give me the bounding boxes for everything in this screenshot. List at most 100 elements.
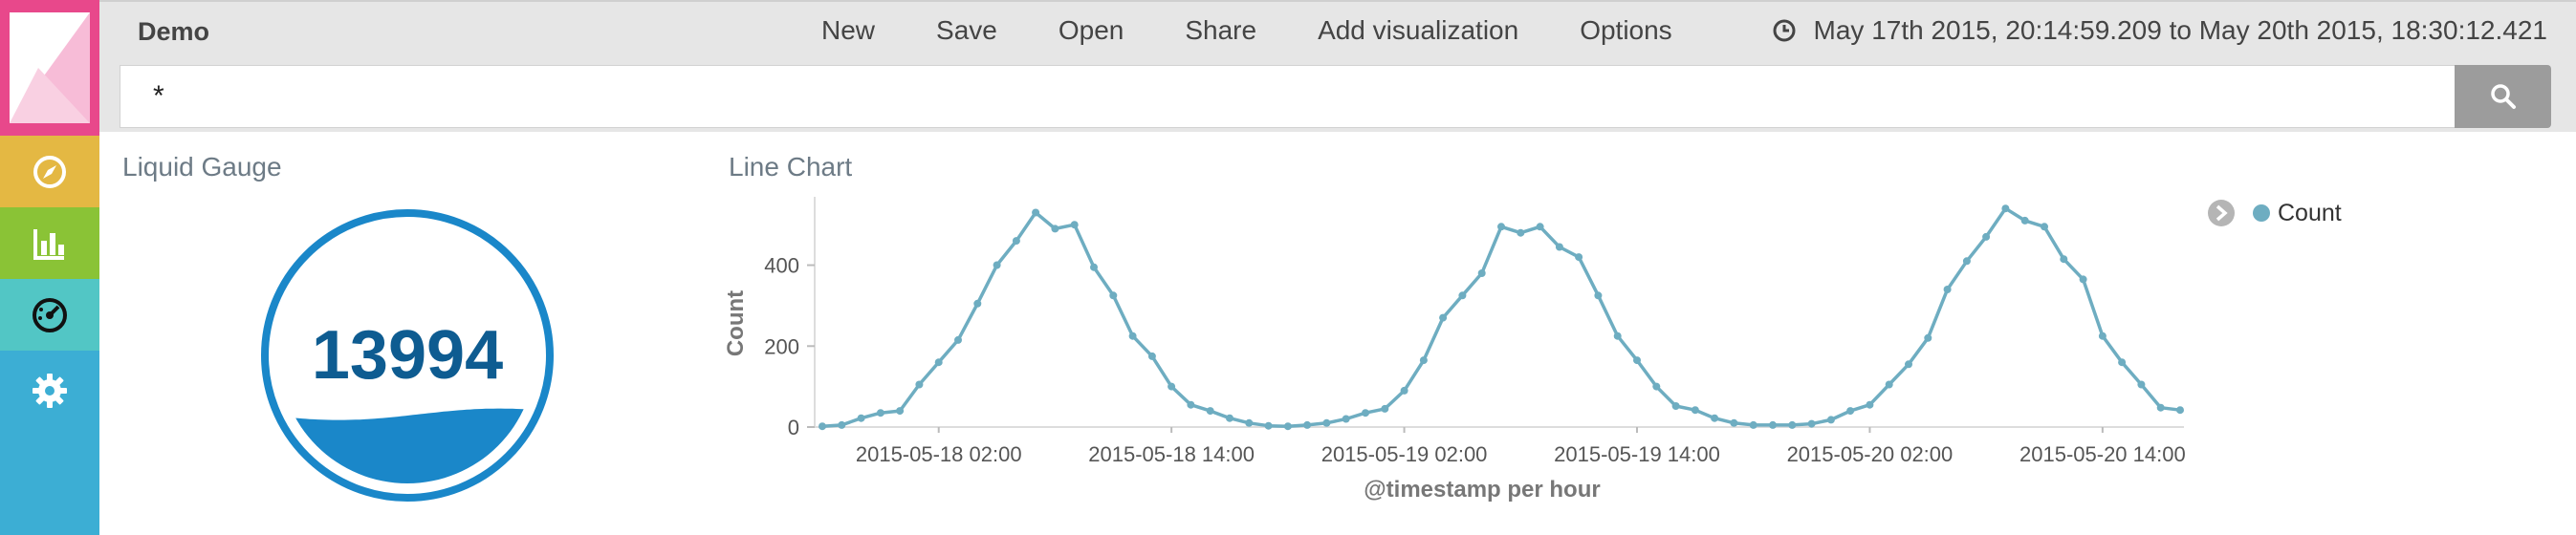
data-point[interactable] (1206, 407, 1214, 416)
data-point[interactable] (1381, 404, 1389, 413)
data-point[interactable] (1032, 208, 1040, 217)
data-point[interactable] (1575, 253, 1583, 262)
data-point[interactable] (1419, 356, 1428, 365)
add-visualization-button[interactable]: Add visualization (1318, 15, 1518, 52)
data-point[interactable] (1303, 420, 1312, 429)
data-point[interactable] (2176, 406, 2184, 415)
data-point[interactable] (915, 380, 924, 389)
data-point[interactable] (1652, 382, 1661, 391)
gauge-liquid-fill (279, 408, 535, 483)
dashboard-title: Demo (138, 17, 210, 46)
data-point[interactable] (1788, 420, 1797, 429)
data-point[interactable] (1322, 418, 1331, 427)
data-point[interactable] (1090, 263, 1098, 271)
data-point[interactable] (2137, 380, 2146, 389)
data-point[interactable] (857, 414, 865, 422)
top-menu: New Save Open Share Add visualization Op… (821, 15, 1734, 52)
data-point[interactable] (1885, 380, 1893, 389)
chart-legend: Count (2207, 199, 2342, 227)
data-point[interactable] (1128, 332, 1137, 340)
data-point[interactable] (1342, 415, 1350, 423)
data-point[interactable] (1807, 419, 1816, 428)
nav-visualize[interactable] (0, 207, 99, 279)
data-point[interactable] (1264, 421, 1273, 430)
data-point[interactable] (1924, 333, 1932, 342)
data-point[interactable] (1613, 332, 1622, 340)
data-point[interactable] (1051, 225, 1059, 233)
data-point[interactable] (1962, 257, 1971, 266)
data-point[interactable] (1168, 382, 1176, 391)
data-point[interactable] (993, 261, 1001, 269)
share-button[interactable]: Share (1185, 15, 1256, 52)
data-point[interactable] (1400, 386, 1408, 395)
data-point[interactable] (819, 422, 826, 431)
data-point[interactable] (1826, 416, 1835, 424)
data-point[interactable] (2020, 216, 2029, 225)
data-point[interactable] (1633, 356, 1641, 365)
search-button[interactable] (2455, 65, 2551, 128)
data-point[interactable] (1187, 400, 1195, 409)
data-point[interactable] (1691, 406, 1699, 415)
data-point[interactable] (1226, 414, 1233, 422)
data-point[interactable] (1458, 291, 1467, 300)
data-point[interactable] (2060, 255, 2068, 264)
data-point[interactable] (876, 409, 884, 417)
legend-series-label[interactable]: Count (2278, 200, 2342, 227)
kibana-logo[interactable] (0, 0, 99, 136)
bar-chart-icon (33, 228, 64, 260)
data-point[interactable] (2041, 223, 2048, 231)
data-point[interactable] (1517, 228, 1525, 237)
search-icon (2490, 84, 2516, 109)
data-point[interactable] (1846, 407, 1855, 416)
data-point[interactable] (1147, 352, 1156, 360)
data-point[interactable] (1012, 237, 1020, 246)
open-button[interactable]: Open (1059, 15, 1124, 52)
x-tick-label: 2015-05-20 02:00 (1787, 442, 1954, 466)
data-point[interactable] (1730, 418, 1738, 427)
data-point[interactable] (934, 358, 943, 367)
data-point[interactable] (838, 420, 846, 429)
data-point[interactable] (1749, 420, 1757, 429)
new-button[interactable]: New (821, 15, 875, 52)
search-input[interactable] (120, 65, 2455, 128)
nav-settings[interactable] (0, 351, 99, 535)
data-point[interactable] (1070, 221, 1079, 229)
data-point[interactable] (1943, 286, 1952, 293)
data-point[interactable] (896, 407, 905, 416)
left-nav (0, 0, 99, 535)
data-point[interactable] (1555, 243, 1563, 251)
data-point[interactable] (1536, 223, 1544, 231)
x-tick-label: 2015-05-18 02:00 (856, 442, 1022, 466)
nav-discover[interactable] (0, 136, 99, 207)
data-point[interactable] (1362, 409, 1369, 417)
data-point[interactable] (1905, 360, 1912, 369)
data-point[interactable] (1671, 402, 1680, 410)
data-point[interactable] (1769, 420, 1777, 429)
nav-dashboard[interactable] (0, 279, 99, 351)
data-point[interactable] (1109, 291, 1118, 300)
data-point[interactable] (2001, 204, 2010, 213)
data-point[interactable] (1497, 223, 1505, 231)
gauge-value: 13994 (312, 317, 503, 394)
data-point[interactable] (1477, 269, 1486, 277)
options-button[interactable]: Options (1580, 15, 1672, 52)
data-point[interactable] (1982, 232, 1991, 241)
data-point[interactable] (2079, 275, 2087, 284)
data-point[interactable] (2118, 358, 2127, 367)
data-point[interactable] (973, 299, 982, 308)
data-point[interactable] (1594, 291, 1603, 300)
data-point[interactable] (1245, 418, 1254, 427)
data-point[interactable] (1283, 422, 1292, 431)
save-button[interactable]: Save (936, 15, 997, 52)
time-range-label: May 17th 2015, 20:14:59.209 to May 20th … (1813, 15, 2547, 45)
data-point[interactable] (2156, 403, 2165, 412)
data-point[interactable] (1711, 414, 1719, 422)
data-point[interactable] (1866, 400, 1874, 409)
data-point[interactable] (954, 335, 962, 344)
data-point[interactable] (2098, 332, 2107, 340)
x-tick-label: 2015-05-20 14:00 (2019, 442, 2186, 466)
line-chart-title: Line Chart (729, 152, 853, 182)
time-picker[interactable]: May 17th 2015, 20:14:59.209 to May 20th … (1772, 15, 2547, 46)
legend-toggle-icon[interactable] (2207, 199, 2236, 227)
data-point[interactable] (1439, 313, 1448, 322)
